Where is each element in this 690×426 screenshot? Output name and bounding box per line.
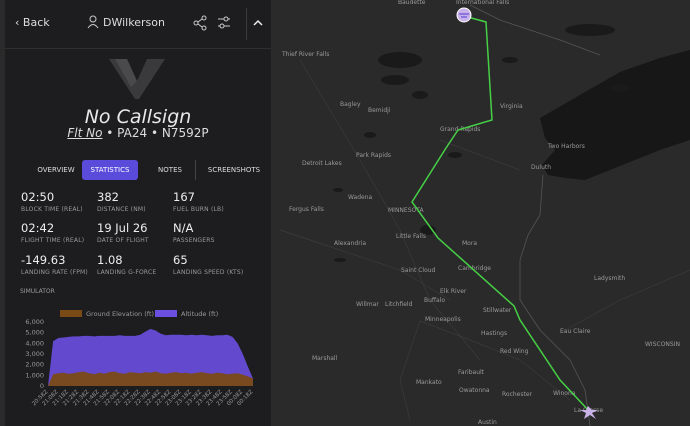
stat-value: 02:42 <box>21 221 55 235</box>
username[interactable]: DWilkerson <box>103 16 165 29</box>
callsign: No Callsign <box>84 106 192 128</box>
legend-swatch <box>155 310 177 317</box>
panel-topbar: ‹ Back DWilkerson <box>5 0 271 49</box>
map-place-label: Hastings <box>481 330 507 337</box>
stat-label: DISTANCE (NM) <box>97 206 146 213</box>
map-place-label: Mora <box>462 240 477 247</box>
map-place-label: Virginia <box>500 103 523 110</box>
stat-value: 167 <box>173 190 195 204</box>
tab-notes[interactable]: NOTES <box>145 160 195 180</box>
stat-label: LANDING G-FORCE <box>97 269 157 276</box>
back-button[interactable]: ‹ Back <box>15 16 50 29</box>
map-place-label: Minneapolis <box>425 316 461 323</box>
stat-label: LANDING RATE (FPM) <box>21 269 88 276</box>
map-place-label: Mankato <box>416 379 442 386</box>
map-place-label: Alexandria <box>334 240 366 247</box>
stat-value: 19 Jul 26 <box>97 221 148 235</box>
user-icon <box>87 15 99 29</box>
map-place-label: Eau Claire <box>560 328 591 335</box>
map-place-label: Buffalo <box>424 297 445 304</box>
stat-label: DATE OF FLIGHT <box>97 237 149 244</box>
map-place-label: Owatonna <box>459 387 490 394</box>
stat-value: -149.63 <box>21 253 66 267</box>
simulator-label: SIMULATOR <box>20 288 55 295</box>
back-label: Back <box>22 16 50 29</box>
y-tick-label: 0 <box>40 382 44 390</box>
y-tick-label: 5,000 <box>25 329 44 337</box>
tab-overview[interactable]: OVERVIEW <box>25 160 87 180</box>
separator: • <box>106 126 114 140</box>
map-place-label: Saint Cloud <box>401 267 436 274</box>
departure-airport-marker[interactable] <box>456 7 472 23</box>
y-tick-label: 6,000 <box>25 318 44 326</box>
stat-label: BLOCK TIME (REAL) <box>21 206 83 213</box>
legend-label: Ground Elevation (ft) <box>86 310 154 318</box>
stat-label: PASSENGERS <box>173 237 215 244</box>
chevron-up-icon[interactable] <box>252 18 264 28</box>
legend-label: Altitude (ft) <box>181 310 218 318</box>
map-place-label: Faribault <box>458 369 485 376</box>
flight-details-panel: ‹ Back DWilkerson No Callsign Flt No • P… <box>5 0 271 426</box>
stat-label: FUEL BURN (LB) <box>173 206 224 213</box>
map-place-label: International Falls <box>456 0 509 6</box>
stat-value: 1.08 <box>97 253 123 267</box>
map-place-label: Fergus Falls <box>289 206 324 213</box>
map-place-label: Litchfield <box>385 301 413 308</box>
chevron-left-icon: ‹ <box>15 16 23 29</box>
stat-value: 65 <box>173 253 188 267</box>
map-place-label: Willmar <box>356 301 379 308</box>
map-place-label: WISCONSIN <box>645 341 680 348</box>
airline-logo <box>109 59 165 99</box>
flight-number-line: Flt No • PA24 • N7592P <box>5 126 271 140</box>
flt-no-label: Flt No <box>67 126 103 140</box>
map-place-label: Wadena <box>348 194 373 201</box>
ground-elevation-area <box>48 371 253 386</box>
map-place-label: Baudette <box>398 0 426 6</box>
map-place-label: Bagley <box>340 101 361 108</box>
stat-label: FLIGHT TIME (REAL) <box>21 237 85 244</box>
stat-value: 382 <box>97 190 119 204</box>
stat-value: N/A <box>173 221 194 235</box>
map-place-label: Bemidji <box>368 107 391 114</box>
map-place-label: Red Wing <box>500 348 529 355</box>
separator: • <box>150 126 159 140</box>
y-tick-label: 4,000 <box>25 339 44 347</box>
sliders-icon[interactable] <box>217 15 231 31</box>
y-tick-label: 1,000 <box>25 371 44 379</box>
tab-bar: OVERVIEW STATISTICS NOTES SCREENSHOTS <box>15 160 271 180</box>
map-place-label: Elk River <box>440 288 467 295</box>
flight-number: PA24 <box>117 126 148 140</box>
map-place-label: Duluth <box>531 164 551 171</box>
y-tick-label: 3,000 <box>25 350 44 358</box>
tab-screenshots[interactable]: SCREENSHOTS <box>195 160 272 180</box>
map-place-label: Little Falls <box>396 233 426 240</box>
tab-statistics[interactable]: STATISTICS <box>82 160 138 180</box>
map-place-label: Two Harbors <box>547 143 585 150</box>
map-place-label: Austin <box>478 419 497 426</box>
stat-label: LANDING SPEED (KTS) <box>173 269 244 276</box>
y-tick-label: 2,000 <box>25 361 44 369</box>
divider <box>246 8 247 40</box>
map-place-label: Stillwater <box>483 307 512 314</box>
legend-swatch <box>60 310 82 317</box>
map-place-label: Rochester <box>502 391 533 398</box>
stat-value: 02:50 <box>21 190 55 204</box>
map-place-label: Park Rapids <box>356 152 391 159</box>
map-place-label: Marshall <box>312 355 338 362</box>
altitude-chart[interactable]: Ground Elevation (ft) Altitude (ft) 0 1,000… <box>5 300 271 426</box>
map-place-label: Thief River Falls <box>281 51 329 58</box>
registration: N7592P <box>161 126 209 140</box>
map-place-label: Ladysmith <box>594 275 625 282</box>
map-place-label: Detroit Lakes <box>302 160 342 167</box>
share-icon[interactable] <box>193 15 207 31</box>
